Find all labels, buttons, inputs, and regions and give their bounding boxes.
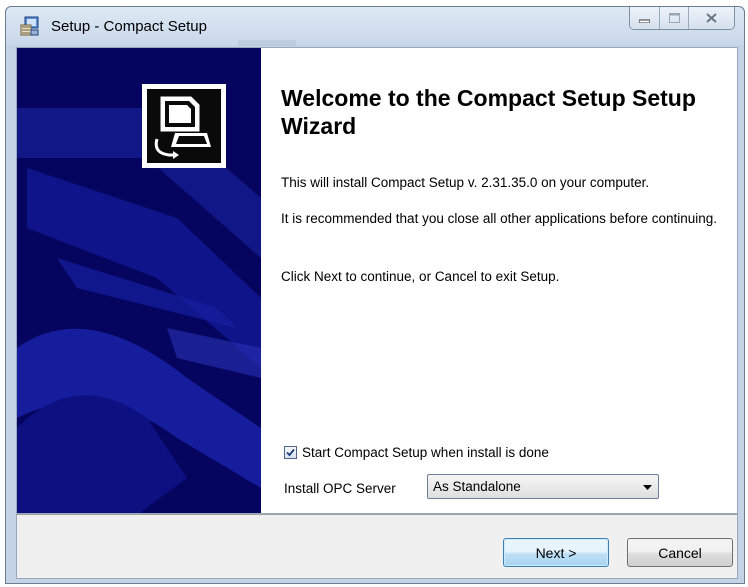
start-after-install-option[interactable]: Start Compact Setup when install is done — [284, 445, 549, 460]
caption-buttons — [629, 7, 735, 30]
start-after-install-label[interactable]: Start Compact Setup when install is done — [302, 445, 549, 460]
title-blur-artifact — [238, 40, 296, 46]
opc-server-selected-value: As Standalone — [433, 479, 521, 494]
install-text: This will install Compact Setup v. 2.31.… — [281, 175, 650, 190]
dropdown-arrow-icon — [643, 485, 652, 490]
opc-server-label: Install OPC Server — [284, 481, 396, 496]
close-icon — [706, 13, 717, 23]
computer-setup-icon — [142, 84, 226, 168]
wizard-main-panel: Welcome to the Compact Setup Setup Wizar… — [261, 48, 737, 513]
setup-app-icon — [19, 15, 41, 37]
setup-window: Setup - Compact Setup Welcome to the Com… — [5, 6, 745, 584]
window-title: Setup - Compact Setup — [51, 18, 207, 35]
welcome-heading: Welcome to the Compact Setup Setup Wizar… — [281, 85, 696, 139]
recommend-text: It is recommended that you close all oth… — [281, 211, 718, 226]
start-after-install-checkbox[interactable] — [284, 446, 297, 459]
cancel-button[interactable]: Cancel — [627, 538, 733, 567]
next-button[interactable]: Next > — [503, 538, 609, 567]
opc-server-dropdown[interactable]: As Standalone — [427, 474, 659, 499]
title-bar[interactable]: Setup - Compact Setup — [6, 7, 744, 46]
maximize-button[interactable] — [659, 7, 688, 29]
close-button[interactable] — [688, 7, 734, 29]
wizard-side-image — [17, 48, 261, 513]
wizard-footer: Next > Cancel — [16, 514, 738, 579]
wizard-content: Welcome to the Compact Setup Setup Wizar… — [16, 47, 738, 514]
continue-text: Click Next to continue, or Cancel to exi… — [281, 269, 560, 284]
minimize-button[interactable] — [630, 7, 659, 29]
checkmark-icon — [286, 448, 295, 457]
minimize-icon — [639, 19, 650, 23]
maximize-icon — [668, 13, 680, 23]
